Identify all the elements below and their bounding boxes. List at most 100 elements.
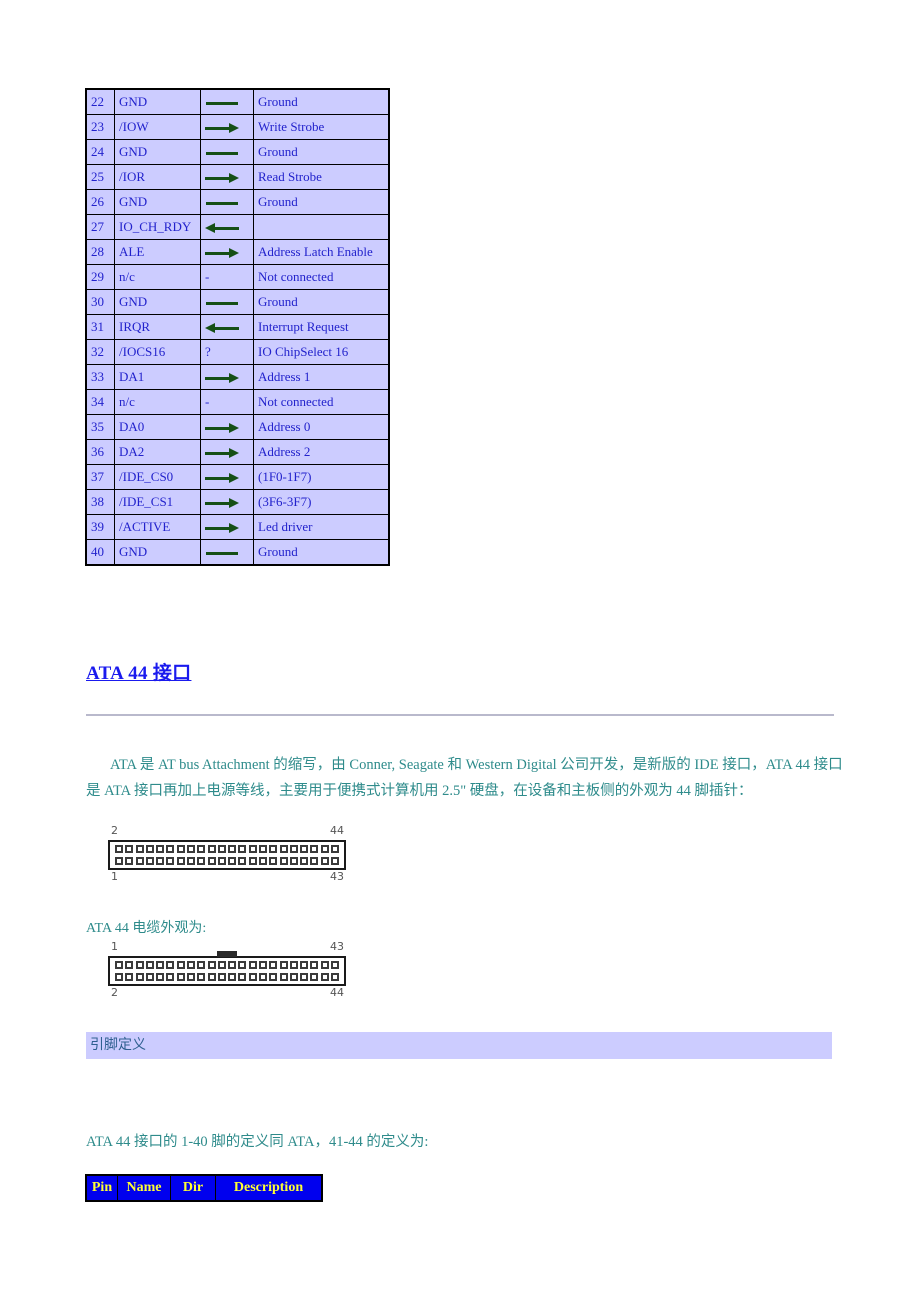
connector-pin	[156, 845, 165, 853]
connector-pin	[310, 961, 319, 969]
connector-pin	[279, 857, 288, 865]
table-row: 34 n/c - Not connected	[85, 389, 390, 415]
connector-pin	[320, 845, 329, 853]
connector-pin	[217, 845, 226, 853]
cell-dir	[200, 314, 254, 340]
cell-name: n/c	[114, 264, 201, 290]
cell-description	[253, 214, 390, 240]
cell-description: Write Strobe	[253, 114, 390, 140]
cell-name: /IDE_CS0	[114, 464, 201, 490]
table-row: 25/IOR Read Strobe	[85, 164, 390, 190]
cell-dir	[200, 289, 254, 315]
cell-dir-text: -	[205, 269, 210, 284]
connector-pin	[207, 845, 216, 853]
cell-dir-text: ?	[205, 344, 211, 359]
cell-dir	[200, 414, 254, 440]
connector-pin	[115, 961, 123, 969]
pin-definition-table-continued: 22 GND Ground 23/IOW Write Strobe 24 GND Ground…	[85, 88, 390, 566]
connector-pin	[300, 845, 309, 853]
cell-name: GND	[114, 139, 201, 165]
connector-pin	[269, 857, 278, 865]
horizontal-divider	[86, 714, 834, 716]
connector-pin	[145, 961, 154, 969]
connector-pin	[125, 845, 134, 853]
arrow-right-icon	[205, 173, 239, 184]
cell-name: GND	[114, 289, 201, 315]
table-row: 35 DA0 Address 0	[85, 414, 390, 440]
connector-bottom-right-label: 43	[330, 870, 344, 883]
table-row: 37/IDE_CS0 (1F0-1F7)	[85, 464, 390, 490]
cell-dir: ?	[200, 339, 254, 365]
arrow-right-icon	[205, 498, 239, 509]
cell-description: (3F6-3F7)	[253, 489, 390, 515]
cell-pin: 33	[85, 364, 115, 390]
column-header-description: Description	[215, 1174, 323, 1202]
cell-name: GND	[114, 539, 201, 566]
arrow-right-icon	[205, 373, 239, 384]
connector-pin	[330, 845, 339, 853]
connector-pin	[197, 845, 206, 853]
connector-pin	[269, 961, 278, 969]
cable-caption: ATA 44 电缆外观为:	[86, 921, 207, 936]
connector-pin	[125, 973, 134, 981]
cable-top-left-label: 1	[111, 940, 118, 953]
connector-top-left-label: 2	[111, 824, 118, 837]
cable-bottom-left-label: 2	[111, 986, 118, 999]
connector-pin	[135, 961, 144, 969]
connector-pin	[258, 961, 267, 969]
connector-pin	[135, 973, 144, 981]
cell-pin: 26	[85, 189, 115, 215]
cell-pin: 32	[85, 339, 115, 365]
connector-pin	[258, 857, 267, 865]
table-row: 23/IOW Write Strobe	[85, 114, 390, 140]
line-icon	[205, 148, 239, 158]
connector-pin	[197, 973, 206, 981]
cell-dir	[200, 489, 254, 515]
cable-top-right-label: 43	[330, 940, 344, 953]
cell-name: IRQR	[114, 314, 201, 340]
connector-pin	[115, 973, 123, 981]
connector-pin	[166, 845, 175, 853]
connector-pin	[166, 973, 175, 981]
cell-dir	[200, 239, 254, 265]
cell-pin: 36	[85, 439, 115, 465]
cell-pin: 23	[85, 114, 115, 140]
table-row: 22 GND Ground	[85, 88, 390, 115]
arrow-left-icon	[205, 323, 239, 334]
cell-pin: 34	[85, 389, 115, 415]
connector-pin	[125, 857, 134, 865]
cell-dir	[200, 514, 254, 540]
subsection-bar-pin-definition: 引脚定义	[86, 1032, 832, 1059]
cell-description: Address 1	[253, 364, 390, 390]
connector-pin	[320, 961, 329, 969]
connector-pin	[269, 845, 278, 853]
section-heading-ata44[interactable]: ATA 44 接口	[86, 658, 191, 685]
cable-pin-row-top	[115, 961, 339, 971]
cell-dir: -	[200, 264, 254, 290]
connector-pin	[156, 961, 165, 969]
cell-description: Address 2	[253, 439, 390, 465]
connector-pin	[145, 845, 154, 853]
connector-pin	[238, 845, 247, 853]
cell-dir	[200, 439, 254, 465]
connector-top-right-label: 44	[330, 824, 344, 837]
connector-pin	[248, 973, 257, 981]
table-row: 24 GND Ground	[85, 139, 390, 165]
bottom-table-head: Pin Name Dir Description	[85, 1174, 323, 1202]
cable-bottom-labels: 2 44	[108, 986, 346, 1002]
connector-body	[108, 840, 346, 870]
cell-description: (1F0-1F7)	[253, 464, 390, 490]
connector-bottom-left-label: 1	[111, 870, 118, 883]
cell-dir	[200, 88, 254, 115]
connector-pin	[228, 845, 237, 853]
cable-pin-row-bottom	[115, 973, 339, 983]
connector-pin-row-top	[115, 845, 339, 855]
connector-pin	[320, 973, 329, 981]
cell-pin: 29	[85, 264, 115, 290]
connector-pin	[135, 845, 144, 853]
cell-description: Not connected	[253, 264, 390, 290]
cell-pin: 37	[85, 464, 115, 490]
connector-pin	[176, 845, 185, 853]
table-row: 40 GND Ground	[85, 539, 390, 566]
connector-diagram-device: 2 44 1 43	[108, 824, 346, 886]
